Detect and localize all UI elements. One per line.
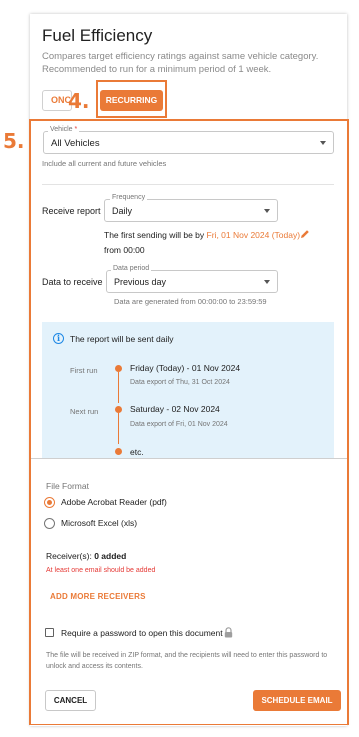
data-period-select[interactable]: Previous day — [106, 270, 278, 293]
frequency-label: Frequency — [110, 194, 148, 202]
receivers-warning: At least one email should be added — [46, 567, 156, 574]
password-checkbox-label[interactable]: Require a password to open this document — [61, 628, 223, 638]
step-5-marker: 5. — [3, 129, 25, 153]
first-sending-date: Fri, 01 Nov 2024 (Today) — [206, 230, 301, 240]
report-description: Compares target efficiency ratings again… — [42, 51, 319, 75]
frequency-select[interactable]: Daily — [104, 199, 278, 222]
edit-pencil-icon[interactable] — [300, 229, 310, 239]
timeline-line — [118, 372, 119, 403]
divider — [42, 184, 334, 185]
timeline-dot — [115, 365, 122, 372]
file-format-label: File Format — [46, 481, 89, 491]
cancel-button[interactable]: CANCEL — [45, 690, 96, 711]
chevron-down-icon — [264, 209, 270, 213]
info-icon: i — [53, 333, 64, 344]
recurring-button[interactable]: RECURRING — [100, 90, 163, 111]
first-run-label: First run — [70, 366, 98, 375]
from-time: from 00:00 — [104, 245, 145, 255]
receivers-count: Receiver(s): 0 added — [46, 551, 127, 561]
first-run-title: Friday (Today) - 01 Nov 2024 — [130, 363, 241, 373]
next-run-sub: Data export of Fri, 01 Nov 2024 — [130, 421, 228, 428]
vehicle-select-value: All Vehicles — [51, 138, 100, 149]
vehicle-hint: Include all current and future vehicles — [42, 159, 167, 168]
timeline-line — [118, 413, 119, 444]
page-title: Fuel Efficiency — [42, 26, 153, 45]
receive-report-label: Receive report — [42, 206, 101, 216]
step-4-marker: 4. — [68, 89, 90, 113]
chevron-down-icon — [320, 141, 326, 145]
lock-icon — [224, 627, 233, 638]
first-run-sub: Data export of Thu, 31 Oct 2024 — [130, 379, 230, 386]
pdf-radio[interactable] — [44, 497, 55, 508]
chevron-down-icon — [264, 280, 270, 284]
next-run-title: Saturday - 02 Nov 2024 — [130, 404, 220, 414]
vehicle-select[interactable]: All Vehicles — [43, 131, 334, 154]
timeline-dot — [115, 406, 122, 413]
pdf-option-label[interactable]: Adobe Acrobat Reader (pdf) — [61, 497, 167, 507]
xls-radio[interactable] — [44, 518, 55, 529]
next-run-label: Next run — [70, 407, 99, 416]
data-period-select-value: Previous day — [114, 277, 167, 287]
timeline-dot — [115, 448, 122, 455]
xls-option-label[interactable]: Microsoft Excel (xls) — [61, 518, 137, 528]
add-receivers-button[interactable]: ADD MORE RECEIVERS — [50, 592, 146, 601]
data-period-hint: Data are generated from 00:00:00 to 23:5… — [114, 297, 267, 306]
data-period-label: Data period — [111, 265, 152, 273]
schedule-email-button[interactable]: SCHEDULE EMAIL — [253, 690, 341, 711]
password-note: The file will be received in ZIP format,… — [46, 652, 328, 670]
first-sending-text: The first sending will be by Fri, 01 Nov… — [104, 230, 301, 240]
frequency-select-value: Daily — [112, 206, 133, 216]
etc-label: etc. — [130, 447, 144, 457]
vehicle-label: Vehicle * — [48, 126, 80, 134]
password-checkbox[interactable] — [45, 628, 54, 637]
data-to-receive-label: Data to receive — [42, 277, 103, 287]
info-title: The report will be sent daily — [70, 334, 174, 344]
